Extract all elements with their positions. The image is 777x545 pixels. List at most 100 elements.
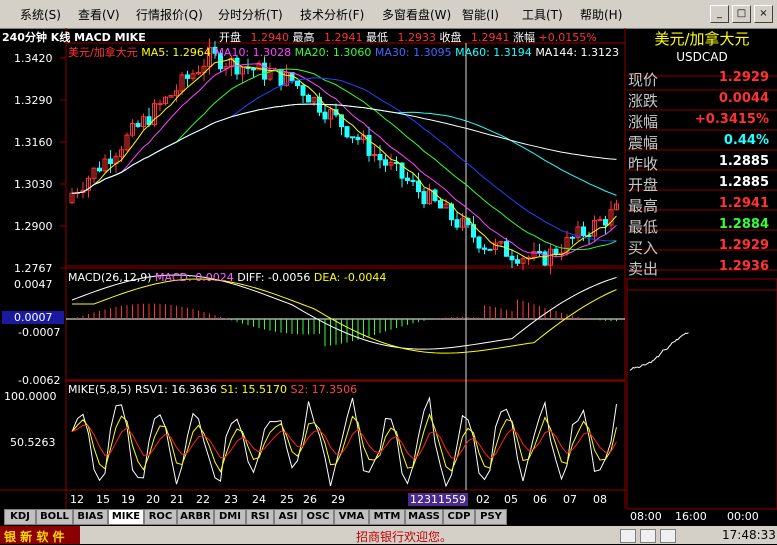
candle-body (377, 154, 383, 161)
candle-body (251, 67, 256, 71)
x-axis-label: 24 (252, 493, 266, 506)
candle-body (135, 123, 141, 128)
software-logo: 银 新 软 件 (4, 530, 65, 544)
status-bar: 银 新 软 件 招商银行欢迎您。 17:48:33 (0, 526, 777, 544)
quote-row: 开盘 1.2885 (627, 173, 775, 194)
candle-body (108, 158, 113, 164)
quote-row: 涨跌 0.0044 (627, 89, 775, 110)
candle-body (581, 226, 586, 236)
tab-asi[interactable]: ASI (274, 509, 302, 525)
quote-row: 最低 1.2884 (627, 215, 775, 236)
ma5-label: MA5: 1.2964 (141, 46, 211, 59)
tab-mike[interactable]: MIKE (108, 509, 144, 525)
kline-ytick-6: 1.2767 (14, 262, 53, 275)
x-axis-label: 20 (146, 493, 160, 506)
clock: 17:48:33 (722, 528, 776, 542)
candle-body (97, 167, 102, 172)
kline-panel-frame (65, 42, 626, 267)
x-axis-label: 06 (533, 493, 547, 506)
ma20-label: MA20: 1.3060 (294, 46, 372, 59)
macd-ytick-4: -0.0062 (18, 374, 61, 387)
quote-row: 涨幅 +0.3415% (627, 110, 775, 131)
open-label: 开盘 (219, 31, 241, 44)
candle-body (344, 126, 350, 138)
tab-bias[interactable]: BIAS (73, 509, 108, 525)
quote-value: 1.2929 (718, 238, 769, 253)
quote-row: 买入 1.2929 (627, 236, 775, 257)
quote-value: 1.2941 (718, 196, 769, 211)
mike-panel-frame (65, 380, 626, 491)
quote-row: 震幅 0.44% (627, 131, 775, 152)
tab-dmi[interactable]: DMI (214, 509, 246, 525)
quote-panel: 美元/加拿大元 USDCAD 现价 1.2929 涨跌 0.0044 涨幅 +0.3415… (627, 28, 777, 523)
s1-value: S1: 15.5170 (220, 383, 287, 396)
macd-title: MACD(26,12,9) (68, 271, 152, 284)
ma144-line (71, 103, 617, 194)
diff-value: DIFF: -0.0056 (237, 271, 311, 284)
quote-row: 卖出 1.2936 (627, 257, 775, 278)
quote-label: 涨幅 (628, 113, 659, 131)
open-value: 1.2940 (250, 31, 290, 44)
candle-body (366, 134, 372, 156)
tab-kdj[interactable]: KDJ (4, 509, 36, 525)
tab-mtm[interactable]: MTM (369, 509, 405, 525)
candle-body (482, 247, 487, 250)
candle-body (300, 85, 306, 96)
macd-ytick-2: 0.0007 (14, 311, 53, 324)
macd-value: MACD: 0.0024 (155, 271, 234, 284)
quote-label: 现价 (628, 71, 659, 89)
tab-osc[interactable]: OSC (302, 509, 334, 525)
tab-psy[interactable]: PSY (475, 509, 507, 525)
connection-icon (620, 529, 636, 543)
tab-cdp[interactable]: CDP (443, 509, 475, 525)
change-value: +0.0155% (538, 31, 597, 44)
ma20-line (71, 68, 617, 251)
quote-label: 买入 (628, 239, 659, 257)
candle-body (570, 236, 575, 239)
time-axis-2: 16:00 (675, 510, 707, 523)
rsv1-value: RSV1: 16.3636 (134, 383, 217, 396)
candle-body (322, 111, 328, 120)
candle-body (157, 103, 163, 106)
low-label: 最低 (366, 31, 388, 44)
x-axis-label: 15 (96, 493, 110, 506)
high-label: 最高 (292, 31, 315, 44)
tab-arbr[interactable]: ARBR (177, 509, 214, 525)
quote-label: 卖出 (628, 260, 659, 278)
ma60-label: MA60: 1.3194 (455, 46, 532, 59)
ma10-line (71, 63, 617, 258)
x-axis-label: 29 (331, 493, 345, 506)
kline-ytick-4: 1.3030 (14, 178, 53, 191)
quote-value: +0.3415% (694, 112, 769, 127)
ma30-line (71, 77, 617, 242)
quote-label: 开盘 (628, 176, 659, 194)
x-axis-label: 25 (280, 493, 294, 506)
tab-vma[interactable]: VMA (334, 509, 369, 525)
quote-label: 震幅 (628, 134, 659, 152)
high-value: 1.2941 (324, 31, 363, 44)
network-icon (640, 529, 656, 543)
mike-title: MIKE(5,8,5) (68, 383, 132, 396)
macd-ytick-1: 0.0047 (14, 278, 53, 291)
tab-roc[interactable]: ROC (144, 509, 177, 525)
close-label: 收盘 (439, 31, 462, 44)
candle-body (278, 68, 284, 86)
candle-body (597, 219, 603, 222)
candle-body (603, 219, 608, 226)
candle-body (383, 159, 388, 166)
x-axis-label: 12 (70, 493, 84, 506)
kline-legend: 美元/加拿大元 MA5: 1.2964 MA10: 1.3028 MA20: 1… (68, 44, 619, 60)
time-axis-3: 00:00 (727, 510, 759, 523)
quote-value: 0.44% (723, 133, 769, 148)
quote-code: USDCAD (676, 50, 728, 64)
tab-rsi[interactable]: RSI (246, 509, 274, 525)
candle-body (487, 248, 493, 251)
candle-body (476, 236, 482, 249)
candle-body (421, 191, 427, 205)
quote-row: 现价 1.2929 (627, 68, 775, 89)
candle-body (438, 200, 443, 209)
tab-boll[interactable]: BOLL (36, 509, 73, 525)
quote-title: 美元/加拿大元 (654, 30, 750, 48)
tab-mass[interactable]: MASS (405, 509, 443, 525)
change-label: 涨幅 (513, 31, 535, 44)
